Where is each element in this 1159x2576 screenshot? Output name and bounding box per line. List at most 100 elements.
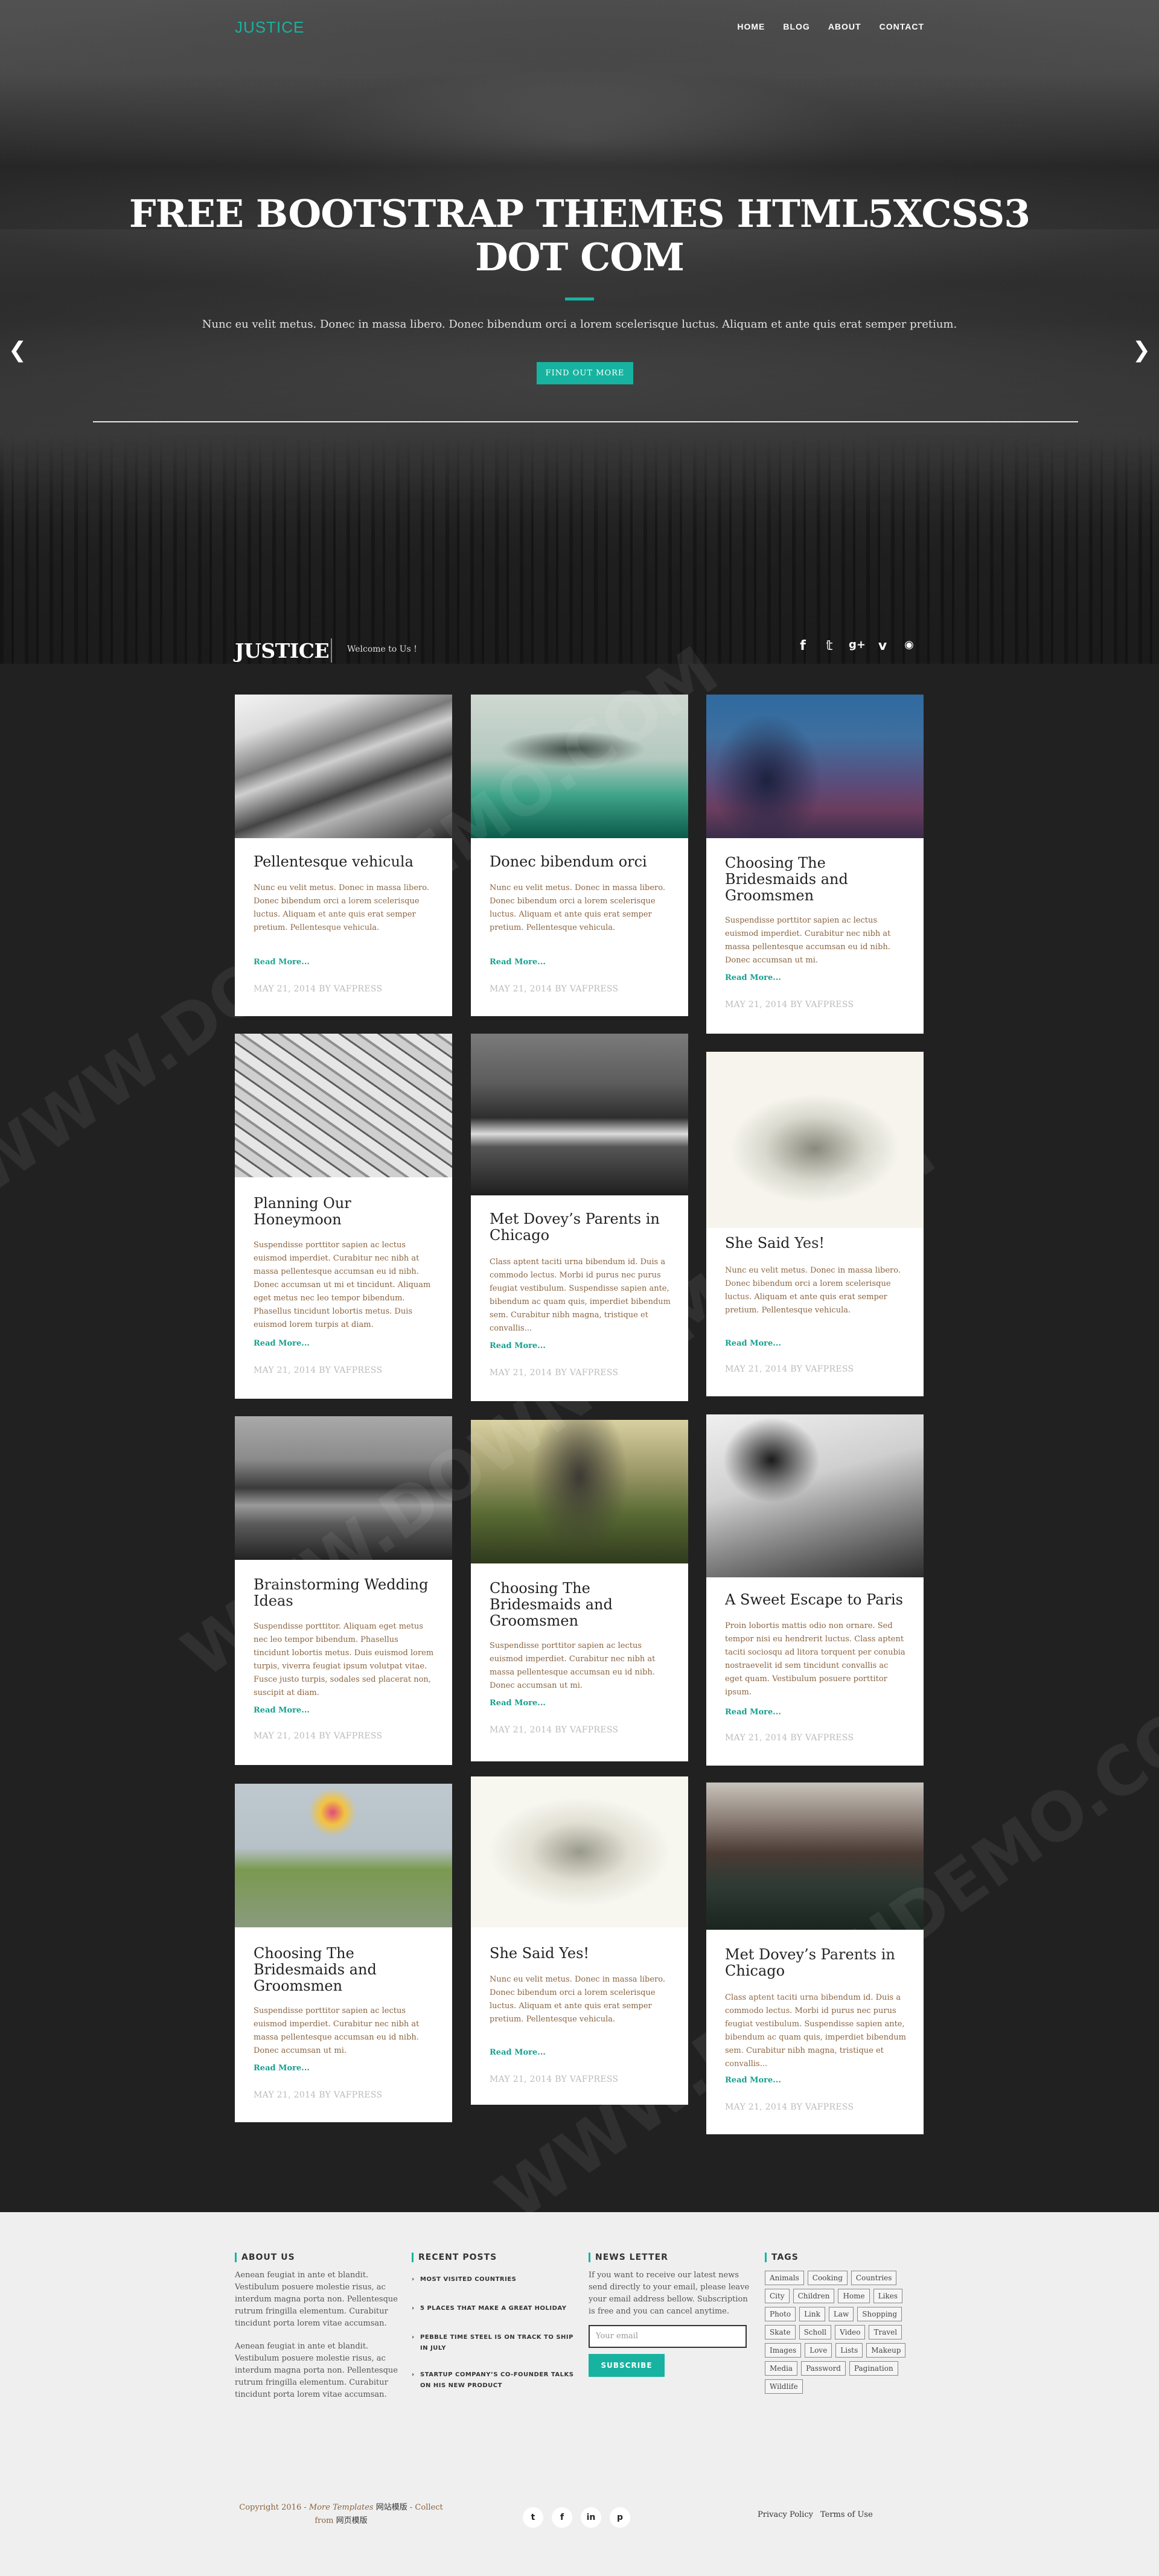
post-title[interactable]: Met Dovey’s Parents in Chicago [725,1947,906,1979]
tag-link[interactable]: Media [765,2361,798,2376]
more-templates-link[interactable]: More Templates [309,2503,374,2512]
google-plus-icon[interactable]: g+ [849,638,866,654]
recent-post-link[interactable]: 5 PLACES THAT MAKE A GREAT HOLIDAY [412,2303,575,2314]
tag-link[interactable]: Skate [765,2325,796,2339]
tag-link[interactable]: Password [801,2361,846,2376]
post-card: Choosing The Bridesmaids and Groomsmen S… [235,1784,452,2122]
post-image[interactable] [471,1420,688,1563]
nav-blog[interactable]: BLOG [783,22,809,31]
webpage-cn-link[interactable]: 网页模版 [336,2516,368,2525]
tag-link[interactable]: Shopping [857,2307,902,2321]
read-more-link[interactable]: Read More... [725,1339,781,1348]
twitter-icon[interactable]: t [523,2507,543,2528]
read-more-link[interactable]: Read More... [254,1706,310,1715]
templates-cn-link[interactable]: 网站模版 [376,2503,407,2512]
post-title[interactable]: Pellentesque vehicula [254,854,435,870]
read-more-link[interactable]: Read More... [725,1708,781,1717]
post-title[interactable]: Met Dovey’s Parents in Chicago [490,1211,671,1244]
post-image[interactable] [471,695,688,838]
post-excerpt: Suspendisse porttitor sapien ac lectus e… [725,916,891,965]
carousel-next-icon[interactable]: ❯ [1132,338,1151,363]
read-more-link[interactable]: Read More... [490,1341,546,1350]
recent-post-link[interactable]: PEBBLE TIME STEEL IS ON TRACK TO SHIP IN… [412,2332,575,2354]
carousel-prev-icon[interactable]: ❮ [8,338,27,363]
read-more-link[interactable]: Read More... [725,973,781,982]
post-title[interactable]: She Said Yes! [490,1945,671,1962]
read-more-link[interactable]: Read More... [490,1699,546,1708]
facebook-icon[interactable]: f [796,638,810,654]
facebook-icon[interactable]: f [552,2507,572,2528]
twitter-icon[interactable]: 𝕥 [822,638,837,654]
post-image[interactable] [471,1776,688,1927]
tag-link[interactable]: Pagination [849,2361,898,2376]
post-meta: MAY 21, 2014 BY VAFPRESS [254,1731,383,1741]
tag-link[interactable]: Images [765,2343,802,2358]
blog-brand[interactable]: JUSTICE [235,639,330,663]
terms-of-use-link[interactable]: Terms of Use [820,2510,873,2519]
tag-link[interactable]: Scholl [799,2325,832,2339]
tag-link[interactable]: Love [805,2343,832,2358]
tag-link[interactable]: Video [835,2325,866,2339]
email-field[interactable]: Your email [589,2325,747,2348]
tag-link[interactable]: Law [828,2307,854,2321]
tag-link[interactable]: Home [838,2289,870,2303]
read-more-link[interactable]: Read More... [254,958,310,967]
privacy-policy-link[interactable]: Privacy Policy [758,2510,813,2519]
tag-link[interactable]: Cooking [807,2271,848,2285]
tag-link[interactable]: Photo [765,2307,796,2321]
tag-link[interactable]: City [765,2289,790,2303]
read-more-link[interactable]: Read More... [254,1339,310,1348]
hero-section [0,0,1159,712]
post-excerpt: Nunc eu velit metus. Donec in massa libe… [254,883,429,932]
tag-link[interactable]: Lists [835,2343,863,2358]
post-card: Pellentesque vehicula Nunc eu velit metu… [235,695,452,1016]
post-image[interactable] [471,1034,688,1195]
nav-contact[interactable]: CONTACT [880,22,924,31]
tag-link[interactable]: Countries [851,2271,897,2285]
rss-icon[interactable]: ◉ [902,638,916,654]
post-title[interactable]: Choosing The Bridesmaids and Groomsmen [254,1945,435,1994]
read-more-link[interactable]: Read More... [725,2076,781,2085]
site-logo[interactable]: JUSTICE [235,18,304,37]
nav-home[interactable]: HOME [737,22,765,31]
hero-divider [93,421,1078,422]
post-excerpt: Proin lobortis mattis odio non ornare. S… [725,1621,905,1697]
post-image[interactable] [235,1784,452,1927]
post-image[interactable] [235,695,452,838]
post-title[interactable]: Choosing The Bridesmaids and Groomsmen [490,1580,671,1629]
post-title[interactable]: She Said Yes! [725,1235,906,1251]
tag-link[interactable]: Makeup [866,2343,906,2358]
footer-about-text: Aenean feugiat in ante et blandit. Vesti… [235,2271,398,2328]
nav-about[interactable]: ABOUT [828,22,861,31]
post-card: Choosing The Bridesmaids and Groomsmen S… [706,695,924,1034]
post-title[interactable]: A Sweet Escape to Paris [725,1592,906,1608]
read-more-link[interactable]: Read More... [490,958,546,967]
tag-link[interactable]: Children [793,2289,835,2303]
post-image[interactable] [235,1416,452,1560]
post-image[interactable] [706,1783,924,1930]
subscribe-button[interactable]: SUBSCRIBE [589,2354,665,2377]
vimeo-icon[interactable]: v [875,638,890,654]
pinterest-icon[interactable]: p [610,2507,630,2528]
post-excerpt: Class aptent taciti urna bibendum id. Du… [725,1993,907,2069]
tag-link[interactable]: Wildlife [765,2379,803,2394]
post-image[interactable] [706,695,924,838]
post-title[interactable]: Choosing The Bridesmaids and Groomsmen [725,855,906,904]
post-title[interactable]: Donec bibendum orci [490,854,671,870]
linkedin-icon[interactable]: in [581,2507,601,2528]
post-card: Brainstorming Wedding Ideas Suspendisse … [235,1416,452,1765]
tag-link[interactable]: Link [799,2307,825,2321]
recent-post-link[interactable]: STARTUP COMPANY’S CO-FOUNDER TALKS ON HI… [412,2370,575,2391]
read-more-link[interactable]: Read More... [490,2048,546,2057]
post-title[interactable]: Brainstorming Wedding Ideas [254,1577,435,1609]
post-title[interactable]: Planning Our Honeymoon [254,1195,435,1228]
post-image[interactable] [706,1052,924,1228]
read-more-link[interactable]: Read More... [254,2064,310,2073]
tag-link[interactable]: Travel [869,2325,902,2339]
find-out-more-button[interactable]: FIND OUT MORE [537,362,633,384]
recent-post-link[interactable]: MOST VISITED COUNTRIES [412,2274,575,2285]
tag-link[interactable]: Likes [873,2289,902,2303]
post-image[interactable] [706,1414,924,1577]
tag-link[interactable]: Animals [765,2271,804,2285]
post-image[interactable] [235,1034,452,1177]
